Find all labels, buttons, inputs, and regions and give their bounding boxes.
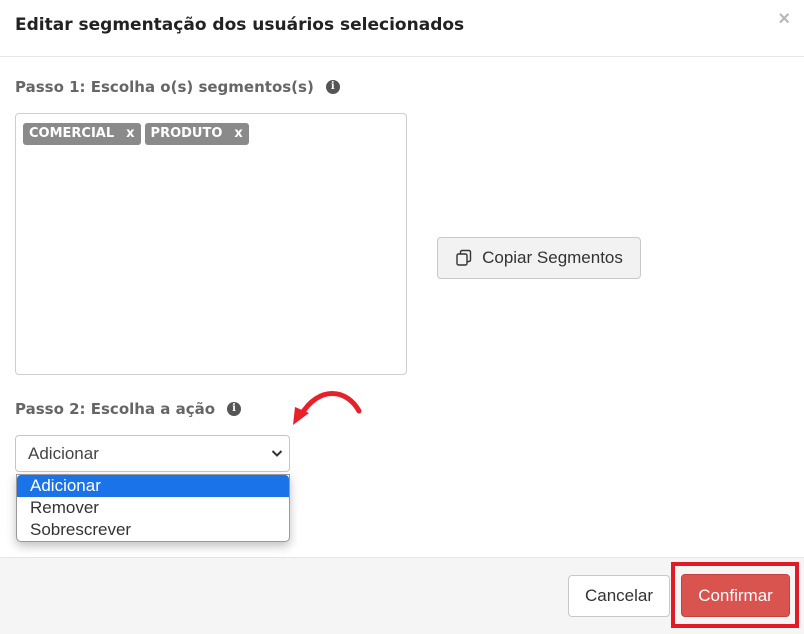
step1-label-text: Passo 1: Escolha o(s) segmentos(s) (15, 78, 314, 96)
chevron-down-icon (271, 450, 283, 457)
step2-label-text: Passo 2: Escolha a ação (15, 400, 216, 418)
tag-remove-button[interactable]: x (234, 126, 242, 141)
info-icon[interactable]: i (325, 80, 340, 94)
segment-tag-comercial: COMERCIAL x (23, 123, 141, 145)
copy-icon (456, 249, 472, 266)
option-remover[interactable]: Remover (17, 497, 289, 519)
action-select[interactable]: Adicionar (15, 435, 290, 472)
action-dropdown-list: Adicionar Remover Sobrescrever (16, 474, 290, 542)
tag-remove-button[interactable]: x (126, 126, 134, 141)
step2-label: Passo 2: Escolha a ação i (15, 400, 242, 418)
option-adicionar[interactable]: Adicionar (17, 475, 289, 497)
segment-tag-produto: PRODUTO x (144, 123, 249, 145)
segment-tag-label: PRODUTO (150, 126, 223, 141)
annotation-arrow-icon (293, 391, 362, 425)
confirm-button[interactable]: Confirmar (681, 574, 790, 617)
cancel-button[interactable]: Cancelar (568, 575, 670, 617)
action-select-value: Adicionar (28, 444, 99, 463)
segments-input[interactable]: COMERCIAL x PRODUTO x (15, 113, 407, 375)
modal-title: Editar segmentação dos usuários selecion… (15, 15, 465, 35)
copy-segments-label: Copiar Segmentos (482, 248, 623, 267)
info-icon[interactable]: i (227, 402, 242, 416)
close-button[interactable]: × (778, 9, 790, 29)
modal-header: Editar segmentação dos usuários selecion… (0, 0, 804, 57)
segment-tag-label: COMERCIAL (29, 126, 115, 141)
edit-segmentation-modal: Editar segmentação dos usuários selecion… (0, 0, 804, 634)
option-sobrescrever[interactable]: Sobrescrever (17, 519, 289, 541)
step1-label: Passo 1: Escolha o(s) segmentos(s) i (15, 78, 340, 96)
copy-segments-button[interactable]: Copiar Segmentos (437, 237, 641, 279)
